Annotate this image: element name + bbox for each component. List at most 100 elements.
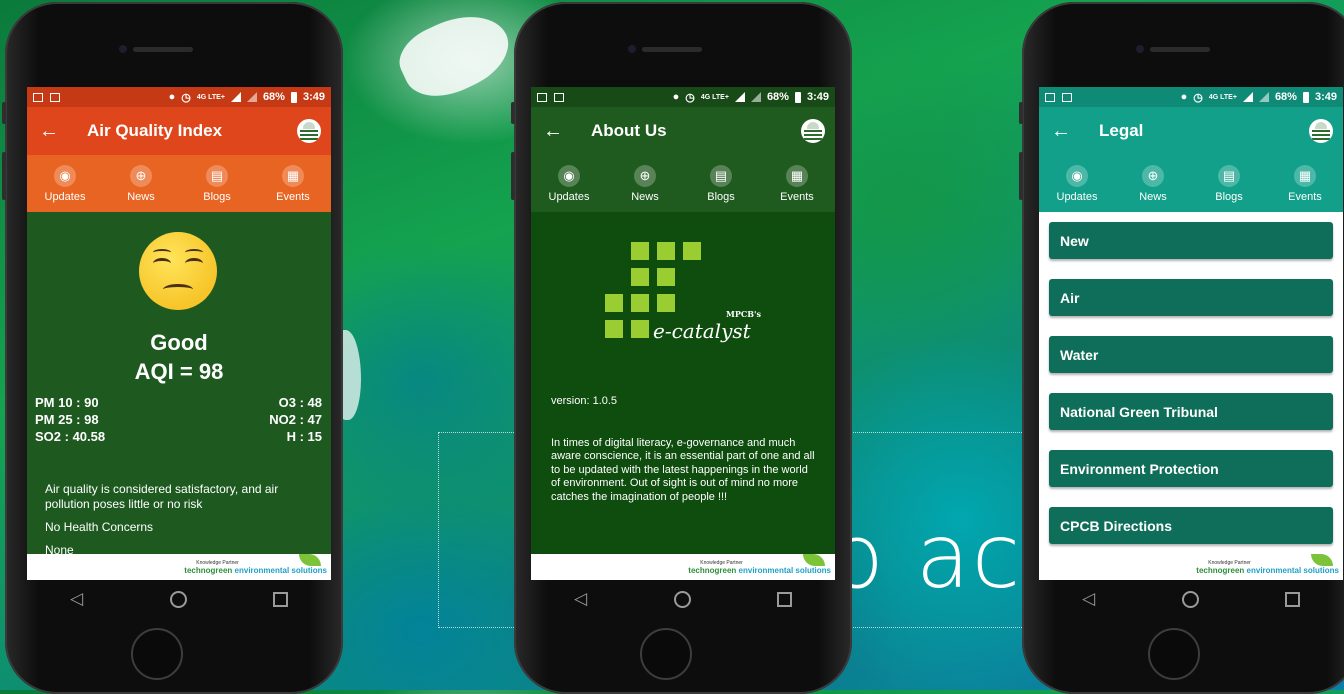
logo-square bbox=[683, 242, 701, 260]
image-notification-icon bbox=[1045, 92, 1055, 102]
pollutant-reading: SO2 : 40.58 bbox=[35, 429, 106, 444]
home-button[interactable] bbox=[131, 628, 183, 680]
network-label: 4G LTE+ bbox=[196, 93, 225, 101]
page-title: Air Quality Index bbox=[87, 121, 223, 140]
home-button[interactable] bbox=[1148, 628, 1200, 680]
partner-name: technogreen environmental solutions bbox=[1196, 566, 1339, 575]
nav-home-icon[interactable] bbox=[673, 590, 691, 608]
battery-percent: 68% bbox=[766, 91, 789, 103]
logo-prefix: MPCB's bbox=[726, 309, 761, 319]
nav-recents-icon[interactable] bbox=[272, 591, 288, 607]
back-arrow-icon[interactable]: ← bbox=[39, 120, 65, 143]
tab-label: Updates bbox=[1056, 190, 1098, 203]
pollutant-reading: H : 15 bbox=[286, 429, 322, 444]
pollutant-reading: PM 25 : 98 bbox=[35, 412, 99, 427]
screen: ● ◷ 4G LTE+ 68% 3:49 ← Legal ◉ Updates ⊕ N… bbox=[1039, 87, 1343, 580]
e-catalyst-logo: MPCB's e-catalyst bbox=[601, 242, 771, 352]
nav-back-icon[interactable]: ◁ bbox=[1082, 589, 1095, 609]
location-icon: ● bbox=[1180, 91, 1188, 103]
legal-item-air[interactable]: Air bbox=[1049, 279, 1333, 316]
background-text: o ac bbox=[830, 505, 1023, 608]
side-button bbox=[1019, 152, 1023, 200]
trash-notification-icon bbox=[1062, 92, 1072, 102]
nav-recents-icon[interactable] bbox=[776, 591, 792, 607]
tab-news[interactable]: ⊕ News bbox=[607, 155, 683, 212]
side-button bbox=[2, 152, 6, 200]
blog-icon: ▤ bbox=[1218, 164, 1240, 187]
android-nav-bar: ◁ bbox=[531, 580, 835, 618]
clock: 3:49 bbox=[302, 91, 325, 103]
tab-label: Blogs bbox=[707, 190, 735, 203]
tab-bar: ◉ Updates ⊕ News ▤ Blogs ▦ Events bbox=[1039, 155, 1343, 212]
legal-item-new[interactable]: New bbox=[1049, 222, 1333, 259]
blog-icon: ▤ bbox=[206, 164, 228, 187]
speaker bbox=[1150, 47, 1210, 52]
pollutant-reading: PM 10 : 90 bbox=[35, 395, 99, 410]
tab-blogs[interactable]: ▤ Blogs bbox=[1191, 155, 1267, 212]
legal-item-cpcb-directions[interactable]: CPCB Directions bbox=[1049, 507, 1333, 544]
updates-icon: ◉ bbox=[54, 164, 76, 187]
about-panel: MPCB's e-catalyst version: 1.0.5 In time… bbox=[531, 212, 835, 554]
side-button bbox=[1019, 102, 1023, 124]
speaker bbox=[133, 47, 193, 52]
pollutants-right: O3 : 48 NO2 : 47 H : 15 bbox=[269, 394, 322, 445]
side-button bbox=[2, 102, 6, 124]
pollutant-reading: NO2 : 47 bbox=[269, 412, 322, 427]
battery-icon bbox=[290, 91, 297, 103]
logo-square bbox=[605, 320, 623, 338]
mpcb-logo-icon bbox=[1309, 119, 1333, 143]
brow bbox=[185, 249, 203, 256]
network-label: 4G LTE+ bbox=[700, 93, 729, 101]
front-camera bbox=[1136, 45, 1144, 53]
back-arrow-icon[interactable]: ← bbox=[543, 120, 569, 143]
tab-events[interactable]: ▦ Events bbox=[255, 155, 331, 212]
app-bar: ← Air Quality Index bbox=[27, 107, 331, 155]
page-title: About Us bbox=[591, 121, 667, 140]
tab-label: News bbox=[631, 190, 659, 203]
calendar-icon: ▦ bbox=[1294, 164, 1316, 187]
image-notification-icon bbox=[33, 92, 43, 102]
screen: ● ◷ 4G LTE+ 68% 3:49 ← Air Quality Index… bbox=[27, 87, 331, 580]
tab-blogs[interactable]: ▤ Blogs bbox=[179, 155, 255, 212]
nav-home-icon[interactable] bbox=[169, 590, 187, 608]
home-button[interactable] bbox=[640, 628, 692, 680]
legal-item-national-green-tribunal[interactable]: National Green Tribunal bbox=[1049, 393, 1333, 430]
side-button bbox=[511, 152, 515, 200]
logo-square bbox=[605, 294, 623, 312]
signal-icon bbox=[750, 92, 761, 102]
tab-news[interactable]: ⊕ News bbox=[103, 155, 179, 212]
tab-news[interactable]: ⊕ News bbox=[1115, 155, 1191, 212]
partner-name-part: environmental solutions bbox=[738, 565, 831, 575]
signal-icon bbox=[1242, 92, 1253, 102]
tab-label: Updates bbox=[44, 190, 86, 203]
calendar-icon: ▦ bbox=[282, 164, 304, 187]
app-version: version: 1.0.5 bbox=[551, 395, 618, 407]
tab-updates[interactable]: ◉ Updates bbox=[1039, 155, 1115, 212]
aqi-panel: Good AQI = 98 PM 10 : 90 PM 25 : 98 SO2 … bbox=[27, 212, 331, 557]
location-icon: ● bbox=[672, 91, 680, 103]
legal-item-environment-protection[interactable]: Environment Protection bbox=[1049, 450, 1333, 487]
tab-updates[interactable]: ◉ Updates bbox=[27, 155, 103, 212]
nav-recents-icon[interactable] bbox=[1284, 591, 1300, 607]
phone-aqi: ● ◷ 4G LTE+ 68% 3:49 ← Air Quality Index… bbox=[2, 2, 343, 694]
signal-icon bbox=[246, 92, 257, 102]
nav-back-icon[interactable]: ◁ bbox=[70, 589, 83, 609]
health-impact: No Health Concerns bbox=[45, 520, 154, 534]
partner-name: technogreen environmental solutions bbox=[688, 566, 831, 575]
pollutants-left: PM 10 : 90 PM 25 : 98 SO2 : 40.58 bbox=[35, 394, 105, 445]
app-bar: ← Legal bbox=[1039, 107, 1343, 155]
partner-name-part: technogreen bbox=[1196, 565, 1245, 575]
tab-bar: ◉ Updates ⊕ News ▤ Blogs ▦ Events bbox=[531, 155, 835, 212]
globe-icon: ⊕ bbox=[130, 164, 152, 187]
page-title: Legal bbox=[1099, 121, 1144, 140]
nav-back-icon[interactable]: ◁ bbox=[574, 589, 587, 609]
tab-events[interactable]: ▦ Events bbox=[759, 155, 835, 212]
back-arrow-icon[interactable]: ← bbox=[1051, 120, 1077, 143]
tab-events[interactable]: ▦ Events bbox=[1267, 155, 1343, 212]
logo-square bbox=[631, 268, 649, 286]
nav-home-icon[interactable] bbox=[1181, 590, 1199, 608]
tab-updates[interactable]: ◉ Updates bbox=[531, 155, 607, 212]
tab-blogs[interactable]: ▤ Blogs bbox=[683, 155, 759, 212]
partner-name: technogreen environmental solutions bbox=[184, 566, 327, 575]
legal-item-water[interactable]: Water bbox=[1049, 336, 1333, 373]
